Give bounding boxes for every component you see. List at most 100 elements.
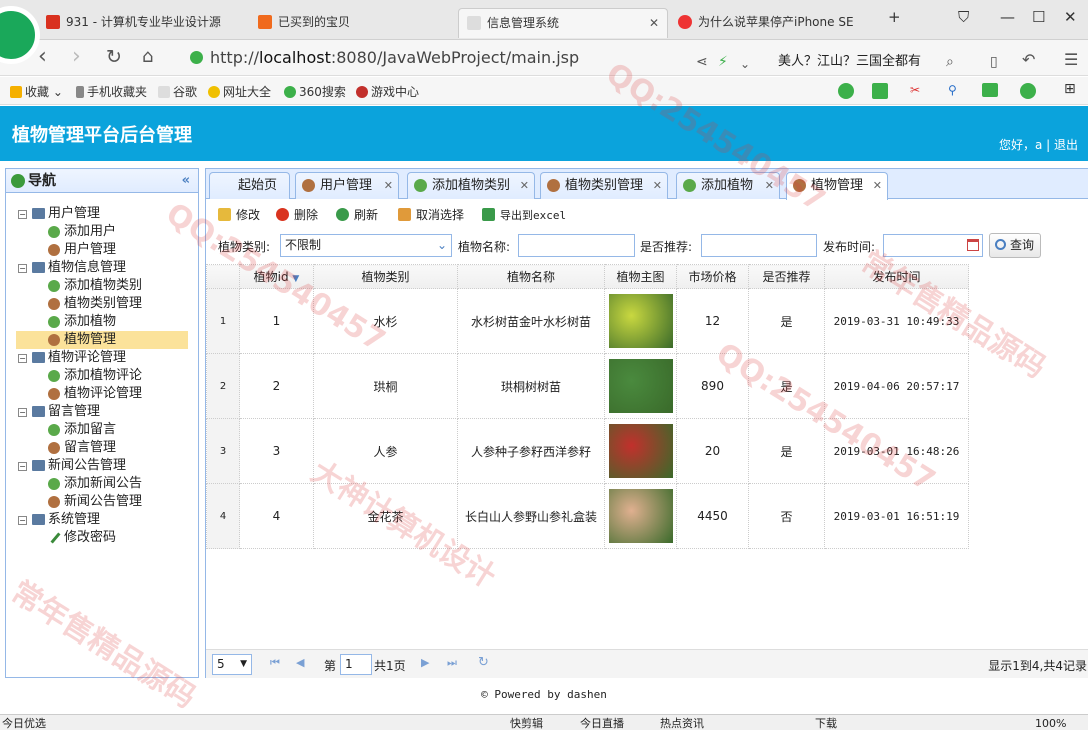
bookmark-games[interactable]: 游戏中心 [356,83,419,100]
tree-group-comments[interactable]: − 植物评论管理 [6,349,198,367]
browser-tab-active[interactable]: 信息管理系统 ✕ [458,8,668,38]
shirt-icon[interactable]: ⛉ [958,8,969,26]
tab-add-plant-category[interactable]: 添加植物类别 ✕ [407,172,535,199]
forward-icon[interactable]: › [72,44,81,70]
browser-tab-4[interactable]: 为什么说苹果停产iPhone SE [670,8,855,38]
page-number-input[interactable]: 1 [340,654,372,675]
tree-item-add-comment[interactable]: 添加植物评论 [6,367,198,385]
tree-item-message-manage[interactable]: 留言管理 [6,439,198,457]
cancel-select-button[interactable]: 取消选择 [398,205,464,225]
tab-start[interactable]: 起始页 [209,172,291,199]
extension-icon-2[interactable] [872,83,891,100]
tree-item-add-message[interactable]: 添加留言 [6,421,198,439]
close-icon[interactable]: ✕ [520,173,529,198]
table-row[interactable]: 2 2 珙桐 珙桐树树苗 890 是 2019-04-06 20:57:17 [206,353,969,419]
tree-group-plant-info[interactable]: − 植物信息管理 [6,259,198,277]
search-box[interactable]: 美人？江山？三国全都有 [778,50,921,69]
col-header-name[interactable]: 植物名称 [457,264,605,289]
bookmark-sites[interactable]: 网址大全 [208,83,271,100]
table-row[interactable]: 1 1 水杉 水杉树苗金叶水杉树苗 12 是 2019-03-31 10:49:… [206,288,969,354]
refresh-icon[interactable]: ↻ [478,656,492,670]
close-window-icon[interactable]: ✕ [1064,8,1077,26]
back-icon[interactable]: ‹ [38,44,47,70]
table-row[interactable]: 3 3 人参 人参种子参籽西洋参籽 20 是 2019-03-01 16:48:… [206,418,969,484]
collapse-toggle-icon[interactable]: − [18,210,27,219]
reload-icon[interactable]: ↻ [106,44,122,70]
new-tab-icon[interactable]: + [888,8,901,26]
last-page-icon[interactable]: ⏭ [447,656,461,670]
tree-item-change-password[interactable]: 修改密码 [6,529,198,547]
bookmark-360[interactable]: 360搜索 [284,83,346,100]
shield-icon[interactable] [1020,83,1039,100]
maximize-icon[interactable]: ☐ [1032,8,1045,26]
collapse-toggle-icon[interactable]: − [18,462,27,471]
search-icon[interactable]: ⌕ [946,49,954,75]
col-header-category[interactable]: 植物类别 [313,264,458,289]
refresh-button[interactable]: 刷新 [336,205,378,225]
col-header-image[interactable]: 植物主图 [604,264,677,289]
tree-group-news[interactable]: − 新闻公告管理 [6,457,198,475]
tree-group-messages[interactable]: − 留言管理 [6,403,198,421]
menu-icon[interactable]: ☰ [1064,47,1078,73]
browser-tab-1[interactable]: 931 - 计算机专业毕业设计源 [38,8,248,38]
tree-item-user-manage[interactable]: 用户管理 [6,241,198,259]
phone-icon[interactable]: ▯ [990,49,998,75]
apps-icon[interactable]: ⊞ [1064,81,1076,97]
collapse-toggle-icon[interactable]: − [18,264,27,273]
home-icon[interactable]: ⌂ [142,44,153,70]
delete-button[interactable]: 删除 [276,205,318,225]
tree-item-plant-manage[interactable]: 植物管理 [16,331,188,349]
minimize-icon[interactable]: — [1000,8,1015,26]
next-page-icon[interactable]: ▶ [421,656,435,670]
query-button[interactable]: 查询 [989,233,1041,258]
page-size-select[interactable]: 5 ▼ [212,654,252,675]
chevron-down-icon[interactable]: ⌄ [740,51,750,77]
tab-plant-manage[interactable]: 植物管理 ✕ [786,172,888,200]
plant-name-input[interactable] [518,234,635,257]
share-icon[interactable]: ⋖ [696,49,708,75]
extension-icon-1[interactable] [838,83,857,100]
recommend-input[interactable] [701,234,817,257]
magnifier-icon[interactable]: ⚲ [948,83,957,97]
category-select[interactable]: 不限制 ⌄ [280,234,452,257]
first-page-icon[interactable]: ⏮ [270,656,284,670]
undo-icon[interactable]: ↶ [1022,47,1035,73]
collapse-icon[interactable]: « [182,169,190,193]
bookmark-google[interactable]: 谷歌 [158,83,197,100]
collapse-toggle-icon[interactable]: − [18,408,27,417]
col-header-price[interactable]: 市场价格 [676,264,749,289]
tree-item-news-manage[interactable]: 新闻公告管理 [6,493,198,511]
close-icon[interactable]: ✕ [765,173,774,198]
tab-plant-category-manage[interactable]: 植物类别管理 ✕ [540,172,668,199]
table-row[interactable]: 4 4 金花茶 长白山人参野山参礼盒装 4450 否 2019-03-01 16… [206,483,969,549]
close-icon[interactable]: ✕ [653,173,662,198]
col-header-recommend[interactable]: 是否推荐 [748,264,825,289]
close-icon[interactable]: ✕ [649,9,659,37]
tree-group-users[interactable]: − 用户管理 [6,205,198,223]
col-header-date[interactable]: 发布时间 [824,264,969,289]
tree-item-add-plant[interactable]: 添加植物 [6,313,198,331]
scissors-icon[interactable]: ✂ [910,83,920,97]
tab-user-manage[interactable]: 用户管理 ✕ [295,172,399,199]
url-field[interactable]: http://localhost:8080/JavaWebProject/mai… [182,45,762,71]
tree-item-add-plant-category[interactable]: 添加植物类别 [6,277,198,295]
tree-group-system[interactable]: − 系统管理 [6,511,198,529]
gamepad-icon[interactable] [982,83,1001,98]
tab-add-plant[interactable]: 添加植物 ✕ [676,172,780,199]
collapse-toggle-icon[interactable]: − [18,516,27,525]
edit-button[interactable]: 修改 [218,205,260,225]
close-icon[interactable]: ✕ [873,173,882,198]
chevron-down-icon[interactable]: ⌄ [437,235,447,256]
close-icon[interactable]: ✕ [384,173,393,198]
calendar-icon[interactable] [967,239,979,251]
tree-item-comment-manage[interactable]: 植物评论管理 [6,385,198,403]
logout-link[interactable]: 退出 [1054,138,1078,152]
tree-item-add-user[interactable]: 添加用户 [6,223,198,241]
browser-tab-2[interactable]: 已买到的宝贝 [250,8,450,38]
tree-item-add-news[interactable]: 添加新闻公告 [6,475,198,493]
bookmark-favorites[interactable]: 收藏 ⌄ [10,83,63,100]
col-header-id[interactable]: 植物id ▼ [239,264,314,289]
lightning-icon[interactable]: ⚡ [718,49,728,75]
export-button[interactable]: 导出到excel [482,205,566,226]
tree-item-plant-category-manage[interactable]: 植物类别管理 [6,295,198,313]
